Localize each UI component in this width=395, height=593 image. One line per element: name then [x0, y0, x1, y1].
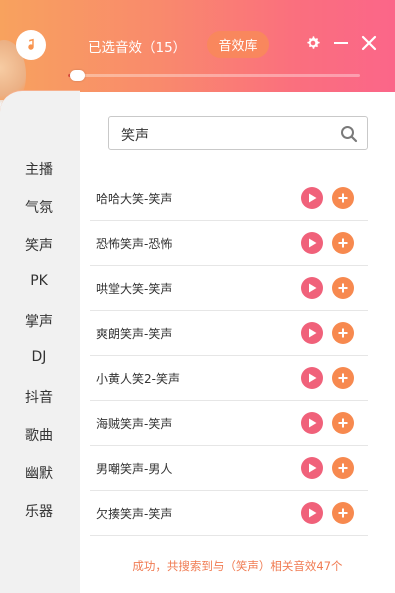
- gear-icon: [307, 36, 320, 49]
- close-button[interactable]: [360, 34, 378, 52]
- minimize-icon: [334, 42, 348, 44]
- search-input[interactable]: 笑声: [121, 125, 149, 145]
- play-button[interactable]: [301, 412, 323, 434]
- sound-name: 欠揍笑声-笑声: [96, 507, 173, 521]
- search-status-text: 成功，共搜索到与（笑声）相关音效47个: [132, 559, 343, 573]
- play-button[interactable]: [301, 457, 323, 479]
- sound-name: 哄堂大笑-笑声: [96, 282, 173, 296]
- play-icon: [309, 463, 317, 473]
- sound-name: 哈哈大笑-笑声: [96, 192, 173, 206]
- plus-icon: [338, 238, 348, 248]
- plus-icon: [338, 463, 348, 473]
- close-icon: [361, 35, 377, 51]
- add-button[interactable]: [332, 502, 354, 524]
- music-note-icon: [28, 38, 34, 50]
- play-icon: [309, 508, 317, 518]
- plus-icon: [338, 508, 348, 518]
- list-item: 哈哈大笑-笑声: [90, 176, 368, 221]
- sound-name: 男嘲笑声-男人: [96, 462, 173, 476]
- app-window: 已选音效（15） 音效库 主播 气氛 笑声 PK 掌声 DJ 抖音 歌曲 幽默 …: [0, 0, 395, 593]
- add-button[interactable]: [332, 232, 354, 254]
- minimize-button[interactable]: [332, 34, 350, 52]
- sidebar-item-humor[interactable]: 幽默: [0, 463, 78, 483]
- add-button[interactable]: [332, 367, 354, 389]
- play-button[interactable]: [301, 187, 323, 209]
- sound-name: 小黄人笑2-笑声: [96, 372, 180, 386]
- play-icon: [309, 238, 317, 248]
- search-box[interactable]: 笑声: [108, 116, 368, 150]
- playback-progress-bar[interactable]: [68, 70, 360, 81]
- list-item: 欠揍笑声-笑声: [90, 491, 368, 536]
- play-button[interactable]: [301, 322, 323, 344]
- sidebar-item-dj[interactable]: DJ: [0, 349, 78, 365]
- settings-button[interactable]: [304, 34, 322, 52]
- app-logo: [16, 30, 46, 60]
- sound-name: 海贼笑声-笑声: [96, 417, 173, 431]
- play-icon: [309, 193, 317, 203]
- search-icon[interactable]: [340, 125, 358, 143]
- play-icon: [309, 418, 317, 428]
- add-button[interactable]: [332, 412, 354, 434]
- plus-icon: [338, 418, 348, 428]
- plus-icon: [338, 373, 348, 383]
- sidebar-item-instruments[interactable]: 乐器: [0, 501, 78, 521]
- sidebar-item-pk[interactable]: PK: [0, 273, 78, 289]
- sound-library-button[interactable]: 音效库: [207, 31, 269, 58]
- list-item: 爽朗笑声-笑声: [90, 311, 368, 356]
- selected-count-label[interactable]: 已选音效（15）: [88, 36, 186, 56]
- sidebar-item-douyin[interactable]: 抖音: [0, 387, 78, 407]
- list-item: 哄堂大笑-笑声: [90, 266, 368, 311]
- play-button[interactable]: [301, 502, 323, 524]
- results-panel: 笑声 哈哈大笑-笑声 恐怖笑声-恐怖 哄堂大笑-笑声 爽朗笑声-笑声 小黄人笑2…: [80, 92, 395, 593]
- plus-icon: [338, 193, 348, 203]
- header-bar: 已选音效（15） 音效库: [0, 0, 395, 110]
- play-button[interactable]: [301, 367, 323, 389]
- sound-name: 恐怖笑声-恐怖: [96, 237, 173, 251]
- add-button[interactable]: [332, 277, 354, 299]
- list-item: 恐怖笑声-恐怖: [90, 221, 368, 266]
- add-button[interactable]: [332, 187, 354, 209]
- play-icon: [309, 283, 317, 293]
- list-item: 海贼笑声-笑声: [90, 401, 368, 446]
- sidebar-item-atmosphere[interactable]: 气氛: [0, 197, 78, 217]
- list-item: 小黄人笑2-笑声: [90, 356, 368, 401]
- add-button[interactable]: [332, 322, 354, 344]
- category-sidebar: 主播 气氛 笑声 PK 掌声 DJ 抖音 歌曲 幽默 乐器: [0, 90, 80, 593]
- plus-icon: [338, 328, 348, 338]
- sidebar-item-host[interactable]: 主播: [0, 159, 78, 179]
- play-button[interactable]: [301, 277, 323, 299]
- play-icon: [309, 328, 317, 338]
- list-item: 男嘲笑声-男人: [90, 446, 368, 491]
- sidebar-item-applause[interactable]: 掌声: [0, 311, 78, 331]
- sidebar-item-laughter[interactable]: 笑声: [0, 235, 78, 255]
- plus-icon: [338, 283, 348, 293]
- sound-name: 爽朗笑声-笑声: [96, 327, 173, 341]
- sidebar-item-songs[interactable]: 歌曲: [0, 425, 78, 445]
- play-button[interactable]: [301, 232, 323, 254]
- play-icon: [309, 373, 317, 383]
- add-button[interactable]: [332, 457, 354, 479]
- progress-handle[interactable]: [69, 70, 85, 81]
